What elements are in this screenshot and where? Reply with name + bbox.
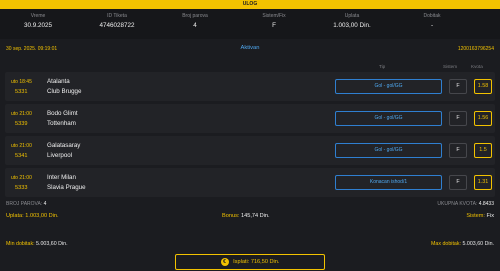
summary-pairs: Broj parova 4 [165,13,225,30]
max-win: Max dobitak: 5.003,60 Din. [431,241,494,247]
match-system-badge: F [449,143,467,158]
column-tip: Tip [379,64,386,69]
min-win: Min dobitak: 5.003,60 Din. [6,241,68,247]
summary-ticket-id-value: 4746028722 [99,22,135,29]
summary-stake-label: Uplata [344,13,360,19]
ticket-code: 1200163796254 [457,46,494,52]
match-system-badge: F [449,79,467,94]
ticket-totals: BROJ PAROVA: 4 UKUPNA KVOTA: 4.8433 Upla… [0,197,500,233]
stake-value: 1.003,00 Din. [25,213,59,219]
summary-system-value: F [272,22,276,29]
match-id: 5331 [15,89,28,95]
ticket-title: ULOG [242,1,258,7]
pairs-count-label: BROJ PAROVA: [6,201,43,207]
system-type-label: Sistem: [466,213,485,219]
payout-button[interactable]: € Isplati: 716,50 Din. [175,254,325,270]
match-odd-badge: 1.5 [474,143,492,158]
payout-label: Isplati: 716,50 Din. [233,259,280,265]
max-win-label: Max dobitak: [430,241,461,247]
summary-time-value: 30.9.2025 [23,22,52,29]
summary-win: Dobitak - [402,13,462,30]
ticket-status-row: 30 sep. 2025. 09:19:01 Aktivan 120016379… [0,41,500,57]
bonus-value: 145,74 Din. [240,213,270,219]
match-time: uto 21:00 [11,175,32,181]
match-home-team: Inter Milan [47,174,76,181]
column-kvota: Kvota [471,64,483,69]
summary-time: Vreme 30.9.2025 [8,13,68,30]
summary-win-label: Dobitak [423,13,441,19]
summary-stake-value: 1.003,00 Din. [333,22,371,29]
match-odd-badge: 1.31 [474,175,492,190]
summary-pairs-label: Broj parova [182,13,208,19]
summary-ticket-id-label: ID Tiketa [107,13,127,19]
total-quota: UKUPNA KVOTA: 4.8433 [437,201,494,207]
coin-icon: € [220,257,229,266]
match-home-team: Galatasaray [47,142,81,149]
total-quota-value: 4.8433 [478,201,494,207]
match-odd-badge: 1.56 [474,111,492,126]
match-away-team: Tottenham [47,120,76,127]
summary-pairs-value: 4 [193,22,197,29]
match-time: uto 18:45 [11,79,32,85]
ticket-summary: Vreme 30.9.2025 ID Tiketa 4746028722 Bro… [0,9,500,39]
match-time: uto 21:00 [11,111,32,117]
summary-win-value: - [430,22,434,29]
match-row: uto 21:00 5341 Galatasaray Liverpool Gol… [5,136,495,165]
match-row: uto 18:45 5331 Atalanta Club Brugge Gol … [5,72,495,101]
summary-time-label: Vreme [30,13,46,19]
match-time: uto 21:00 [11,143,32,149]
stake: Uplata: 1.003,00 Din. [6,213,59,219]
max-win-value: 5.003,60 Din. [462,241,494,247]
pairs-count: BROJ PAROVA: 4 [6,201,46,207]
system-type: Sistem: Fix [466,213,494,219]
total-quota-label: UKUPNA KVOTA: [437,201,478,207]
min-win-label: Min dobitak: [6,241,35,247]
bonus: Bonus: 145,74 Din. [222,213,270,219]
match-tip-button[interactable]: Gol - gol/GG [335,79,442,94]
match-odd-badge: 1.58 [474,79,492,94]
ticket-state: Aktivan [240,45,260,51]
summary-ticket-id: ID Tiketa 4746028722 [87,13,147,30]
match-row: uto 21:00 5333 Inter Milan Slavia Prague… [5,168,495,197]
summary-system-label: Sistem/Fix [262,13,286,19]
summary-stake: Uplata 1.003,00 Din. [322,13,382,30]
system-type-value: Fix [486,213,494,219]
match-tip-button[interactable]: Gol - gol/GG [335,143,442,158]
bonus-label: Bonus: [222,213,240,219]
match-row: uto 21:00 5339 Bodo Glimt Tottenham Gol … [5,104,495,133]
match-away-team: Liverpool [47,152,73,159]
match-tip-button[interactable]: Konacan ishod/1 [335,175,442,190]
summary-system: Sistem/Fix F [244,13,304,30]
match-system-badge: F [449,111,467,126]
match-id: 5339 [15,121,28,127]
min-win-value: 5.003,60 Din. [36,241,68,247]
pairs-count-value: 4 [43,201,47,207]
column-sistem: Sistem [443,64,458,69]
match-away-team: Slavia Prague [47,184,86,191]
ticket-header: ULOG [0,0,500,9]
match-home-team: Bodo Glimt [47,110,78,117]
match-home-team: Atalanta [47,78,70,85]
match-id: 5341 [15,153,28,159]
match-system-badge: F [449,175,467,190]
match-tip-button[interactable]: Gol - gol/GG [335,111,442,126]
stake-label: Uplata: [6,213,24,219]
match-away-team: Club Brugge [47,88,82,95]
match-id: 5333 [15,185,28,191]
